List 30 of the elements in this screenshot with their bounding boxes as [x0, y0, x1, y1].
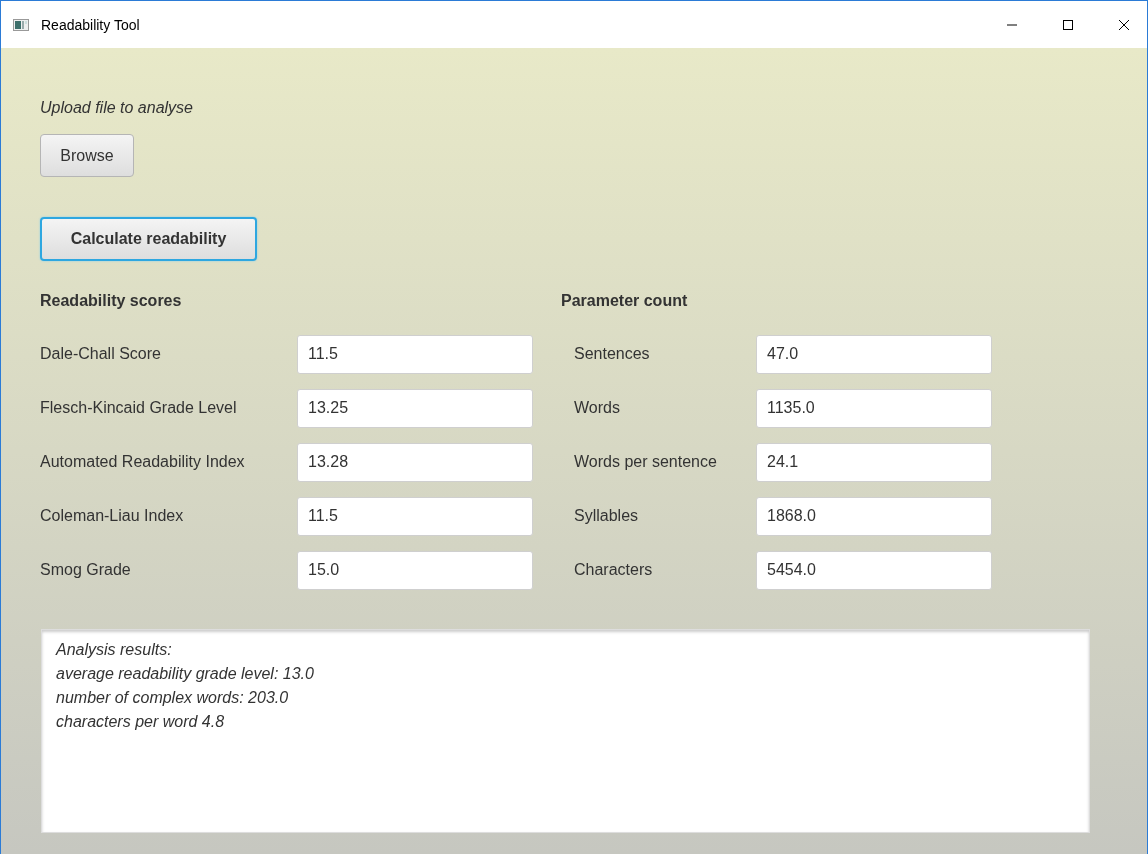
browse-button[interactable]: Browse: [40, 134, 134, 177]
field-label: Dale-Chall Score: [40, 345, 162, 363]
window-title: Readability Tool: [41, 16, 141, 33]
field-label: Flesch-Kincaid Grade Level: [40, 399, 238, 417]
upload-label: Upload file to analyse: [40, 99, 194, 117]
field-label: Words per sentence: [574, 453, 718, 471]
value-field[interactable]: 1868.0: [756, 496, 992, 536]
field-label: Characters: [574, 561, 654, 579]
value-field[interactable]: 24.1: [756, 442, 992, 482]
close-icon[interactable]: [1118, 18, 1130, 31]
calculate-button[interactable]: Calculate readability: [40, 217, 257, 261]
value-field[interactable]: 13.25: [297, 388, 533, 428]
field-label: Smog Grade: [40, 561, 132, 579]
value-field[interactable]: 13.28: [297, 442, 533, 482]
value-field[interactable]: 15.0: [297, 550, 533, 590]
value-field[interactable]: 1135.0: [756, 388, 992, 428]
field-label: Automated Readability Index: [40, 453, 246, 471]
field-label: Coleman-Liau Index: [40, 507, 185, 525]
value-field[interactable]: 11.5: [297, 496, 533, 536]
field-label: Words: [574, 399, 621, 417]
section-heading: Readability scores: [40, 292, 183, 311]
results-text-area[interactable]: Analysis results: average readability grade level: 13.0 number of complex words: 203.0 characters per word 4.8: [41, 629, 1090, 833]
maximize-icon[interactable]: [1062, 18, 1074, 31]
app-icon: [13, 18, 29, 31]
value-field[interactable]: 11.5: [297, 334, 533, 374]
section-heading: Parameter count: [561, 292, 689, 311]
field-label: Syllables: [574, 507, 640, 525]
value-field[interactable]: 5454.0: [756, 550, 992, 590]
value-field[interactable]: 47.0: [756, 334, 992, 374]
field-label: Sentences: [574, 345, 651, 363]
